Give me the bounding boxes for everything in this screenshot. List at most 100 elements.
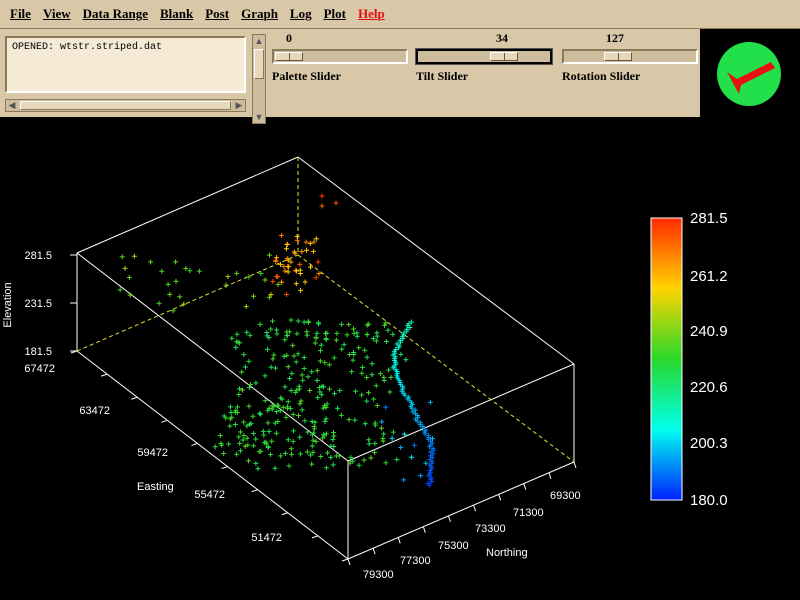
scrollbar-thumb[interactable]: [20, 101, 231, 110]
easting-tick-label: 59472: [137, 447, 168, 459]
log-vertical-scrollbar[interactable]: ▲ ▼: [252, 34, 266, 124]
scroll-left-icon[interactable]: ◀: [6, 100, 18, 111]
data-point: [238, 448, 244, 454]
slider-thumb[interactable]: [604, 52, 632, 61]
palette-slider[interactable]: [272, 49, 408, 64]
tilt-slider-value: 34: [496, 31, 508, 45]
data-point: [369, 372, 375, 378]
data-point: [255, 466, 261, 472]
data-point: [250, 413, 256, 419]
compass-button[interactable]: [717, 42, 781, 106]
data-point: [299, 249, 305, 255]
menu-data-range[interactable]: Data Range: [83, 6, 148, 22]
data-point: [313, 275, 319, 281]
data-point: [301, 354, 307, 360]
data-point: [223, 282, 229, 288]
tick-mark: [251, 489, 258, 493]
menu-help[interactable]: Help: [358, 6, 385, 22]
menu-post[interactable]: Post: [205, 6, 229, 22]
data-point: [305, 429, 311, 435]
tick-mark: [573, 461, 577, 469]
data-point: [274, 255, 280, 261]
data-point: [312, 340, 318, 346]
data-point: [119, 254, 125, 260]
palette-slider-value: 0: [286, 31, 292, 45]
data-point: [309, 461, 315, 467]
tick-mark: [281, 512, 288, 516]
data-point: [273, 258, 279, 264]
data-point: [257, 321, 263, 327]
tick-mark: [100, 373, 108, 377]
scroll-right-icon[interactable]: ▶: [233, 100, 245, 111]
menu-graph[interactable]: Graph: [241, 6, 278, 22]
slider-thumb[interactable]: [490, 52, 518, 61]
data-point: [274, 409, 280, 415]
data-point: [173, 259, 179, 265]
data-point: [297, 261, 303, 267]
menu-plot[interactable]: Plot: [324, 6, 346, 22]
data-point: [270, 356, 276, 362]
menu-file[interactable]: File: [10, 6, 31, 22]
data-point: [299, 372, 305, 378]
data-point: [383, 320, 389, 326]
tick-mark: [372, 548, 376, 555]
data-point: [282, 450, 288, 456]
data-point: [251, 443, 257, 449]
data-point: [284, 292, 290, 298]
data-point: [318, 453, 324, 459]
rotation-slider[interactable]: [562, 49, 698, 64]
data-point: [226, 441, 232, 447]
menu-view[interactable]: View: [43, 6, 71, 22]
colorbar-label: 180.0: [690, 492, 728, 509]
menu-log[interactable]: Log: [290, 6, 312, 22]
data-point: [290, 438, 296, 444]
data-point: [288, 446, 294, 452]
data-point: [364, 354, 370, 360]
data-point: [290, 411, 296, 417]
tick-mark: [161, 419, 168, 423]
data-point: [380, 438, 386, 444]
data-point: [266, 405, 272, 411]
data-point: [315, 395, 321, 401]
data-point: [308, 452, 314, 458]
data-point: [268, 326, 274, 332]
data-point: [284, 242, 290, 248]
data-point: [330, 437, 336, 443]
data-point: [346, 417, 352, 423]
tilt-slider[interactable]: [415, 48, 553, 65]
data-point: [403, 357, 409, 363]
data-point: [165, 281, 171, 287]
tick-mark: [523, 483, 527, 490]
data-point: [117, 287, 123, 293]
data-point: [271, 352, 277, 358]
box-edge: [347, 363, 575, 462]
data-point: [236, 434, 242, 440]
data-point: [313, 335, 319, 341]
scroll-up-icon[interactable]: ▲: [253, 35, 265, 47]
data-point: [373, 383, 379, 389]
menu-blank[interactable]: Blank: [160, 6, 193, 22]
data-point: [253, 436, 259, 442]
elevation-tick-label: 181.5: [24, 346, 52, 358]
data-point: [258, 411, 264, 417]
rotation-slider-value: 127: [606, 31, 624, 45]
box-edge: [76, 350, 349, 560]
scrollbar-thumb[interactable]: [254, 49, 264, 79]
data-point: [349, 369, 355, 375]
data-point: [284, 352, 290, 358]
data-point: [361, 457, 367, 463]
data-point: [221, 450, 227, 456]
data-point: [331, 391, 337, 397]
data-point: [351, 330, 357, 336]
log-text-area[interactable]: OPENED: wtstr.striped.dat: [5, 36, 246, 93]
data-point: [302, 279, 308, 285]
slider-thumb[interactable]: [275, 52, 303, 61]
log-horizontal-scrollbar[interactable]: ◀ ▶: [5, 99, 246, 112]
data-point: [303, 247, 309, 253]
box-edge: [76, 156, 299, 254]
data-point: [359, 370, 365, 376]
data-point: [304, 332, 310, 338]
data-point: [279, 232, 285, 238]
elevation-tick-label: 281.5: [24, 250, 52, 262]
data-point: [244, 329, 250, 335]
